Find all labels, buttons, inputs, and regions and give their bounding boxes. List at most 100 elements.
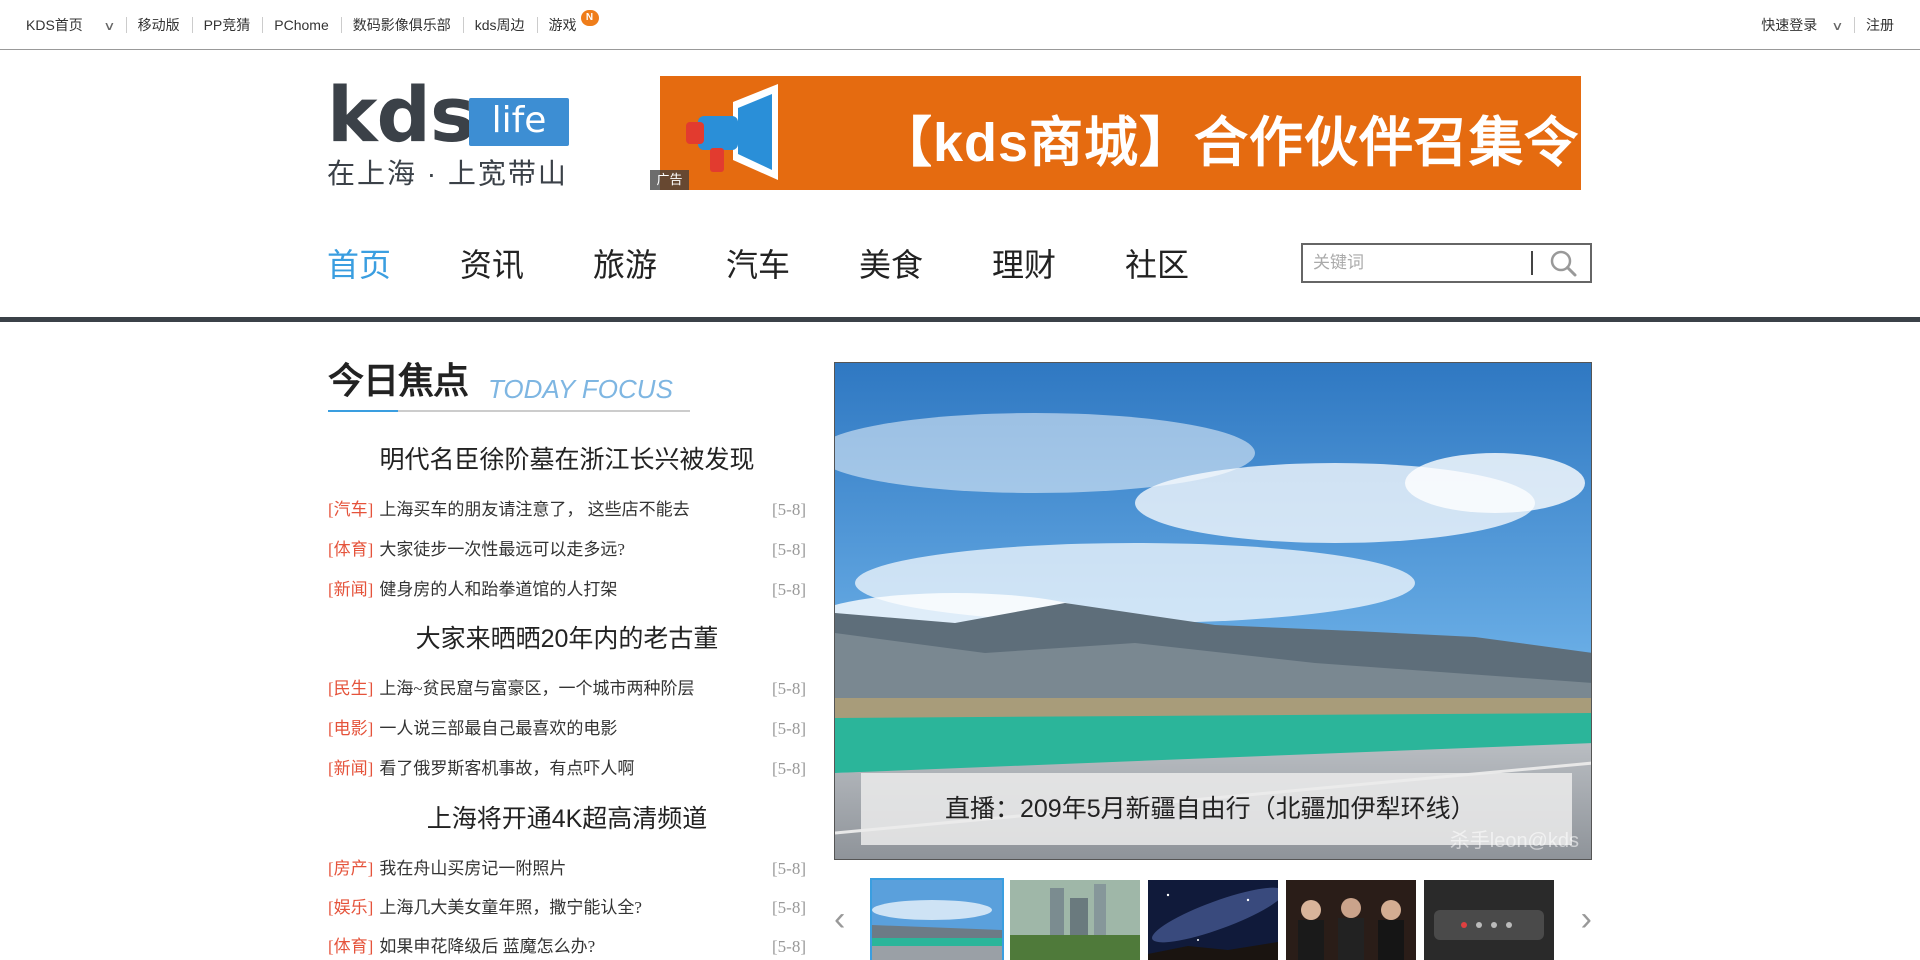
news-title[interactable]: 如果申花降级后 蓝魔怎么办? (379, 937, 595, 956)
nav-finance[interactable]: 理财 (992, 240, 1125, 290)
news-item[interactable]: [娱乐] 上海几大美女童年照，撒宁能认全? [5-8] (328, 895, 806, 921)
topbar-link-label: 数码影像俱乐部 (352, 17, 451, 33)
news-title[interactable]: 上海买车的朋友请注意了， 这些店不能去 (379, 500, 689, 519)
topbar-link-pp-quiz[interactable]: PP竞猜 (191, 10, 263, 40)
topbar-link-kds-merch[interactable]: kds周边 (462, 10, 537, 40)
new-badge: N (580, 10, 599, 26)
news-category[interactable]: [房产] (328, 859, 373, 878)
news-item[interactable]: [体育] 大家徒步一次性最远可以走多远? [5-8] (328, 537, 806, 563)
topbar-link-kds-home[interactable]: KDS首页 ∨ (14, 10, 126, 40)
header-divider (0, 317, 1920, 322)
quick-login-label: 快速登录 (1761, 17, 1818, 33)
news-item[interactable]: [新闻] 看了俄罗斯客机事故，有点吓人啊 [5-8] (328, 756, 806, 782)
featured-slide[interactable]: 直播：209年5月新疆自由行（北疆加伊犁环线） 杀手leon@kds (834, 362, 1592, 860)
news-date: [5-8] (772, 937, 806, 956)
topbar-link-label: 移动版 (137, 17, 180, 33)
nav-auto[interactable]: 汽车 (726, 240, 859, 290)
nav-travel[interactable]: 旅游 (593, 240, 726, 290)
news-category[interactable]: [体育] (328, 937, 373, 956)
thumbnail-device[interactable] (1424, 880, 1554, 960)
search-input[interactable] (1313, 251, 1533, 275)
news-date: [5-8] (772, 759, 806, 778)
ad-tag: 广告 (650, 170, 689, 190)
news-item[interactable]: [体育] 如果申花降级后 蓝魔怎么办? [5-8] (328, 934, 806, 960)
megaphone-icon (686, 84, 778, 180)
thumbnail-image (1010, 880, 1140, 960)
site-logo[interactable]: kds life 在上海 · 上宽带山 (327, 70, 571, 190)
nav-food[interactable]: 美食 (859, 240, 992, 290)
ad-text: 【kds商城】合作伙伴召集令 (878, 113, 1580, 173)
nav-news[interactable]: 资讯 (460, 240, 593, 290)
news-title[interactable]: 健身房的人和跆拳道馆的人打架 (379, 580, 617, 599)
news-category[interactable]: [民生] (328, 679, 373, 698)
topbar-link-mobile[interactable]: 移动版 (125, 10, 192, 40)
nav-home[interactable]: 首页 (327, 240, 460, 290)
news-date: [5-8] (772, 580, 806, 599)
topbar-link-label: PP竞猜 (203, 17, 251, 33)
main-nav: 首页 资讯 旅游 汽车 美食 理财 社区 (327, 240, 1258, 290)
news-date: [5-8] (772, 679, 806, 698)
focus-headline[interactable]: 大家来晒晒20年内的老古董 (328, 619, 806, 655)
news-item[interactable]: [电影] 一人说三部最自己最喜欢的电影 [5-8] (328, 716, 806, 742)
topbar-link-label: 游戏 (548, 17, 577, 33)
thumbnail-image (1148, 880, 1278, 960)
chevron-left-icon[interactable]: ‹ (834, 902, 845, 936)
focus-headline[interactable]: 明代名臣徐阶墓在浙江长兴被发现 (328, 440, 806, 476)
thumbnail-night-sky[interactable] (1148, 880, 1278, 960)
news-category[interactable]: [新闻] (328, 759, 373, 778)
search-box (1301, 243, 1592, 283)
news-date: [5-8] (772, 719, 806, 738)
quick-login-link[interactable]: 快速登录 ∨ (1749, 10, 1854, 40)
top-bar: KDS首页 ∨ 移动版 PP竞猜 PChome 数码影像俱乐部 kds周边 游戏 … (0, 0, 1920, 50)
news-category[interactable]: [新闻] (328, 580, 373, 599)
news-title[interactable]: 一人说三部最自己最喜欢的电影 (379, 719, 617, 738)
news-title[interactable]: 上海~贫民窟与富豪区，一个城市两种阶层 (379, 679, 694, 698)
search-separator (1531, 251, 1533, 275)
news-date: [5-8] (772, 500, 806, 519)
thumbnail-landscape[interactable] (870, 878, 1004, 960)
nav-community[interactable]: 社区 (1125, 240, 1258, 290)
news-item[interactable]: [房产] 我在舟山买房记一附照片 [5-8] (328, 856, 806, 882)
thumbnail-image (1286, 880, 1416, 960)
news-category[interactable]: [体育] (328, 540, 373, 559)
news-date: [5-8] (772, 540, 806, 559)
news-item[interactable]: [民生] 上海~贫民窟与富豪区，一个城市两种阶层 [5-8] (328, 676, 806, 702)
news-item[interactable]: [汽车] 上海买车的朋友请注意了， 这些店不能去 [5-8] (328, 497, 806, 523)
today-focus-underline-accent (328, 410, 398, 412)
news-category[interactable]: [汽车] (328, 500, 373, 519)
news-date: [5-8] (772, 898, 806, 917)
register-label: 注册 (1866, 17, 1894, 33)
news-date: [5-8] (772, 859, 806, 878)
news-category[interactable]: [娱乐] (328, 898, 373, 917)
thumbnail-audience[interactable] (1286, 880, 1416, 960)
news-title[interactable]: 我在舟山买房记一附照片 (379, 859, 566, 878)
news-category[interactable]: [电影] (328, 719, 373, 738)
chevron-down-icon[interactable]: ∨ (1831, 11, 1843, 41)
topbar-link-pchome[interactable]: PChome (262, 10, 340, 40)
topbar-link-label: PChome (274, 17, 329, 33)
news-title[interactable]: 上海几大美女童年照，撒宁能认全? (379, 898, 642, 917)
topbar-link-games[interactable]: 游戏 N (536, 10, 603, 40)
today-focus-title-en: TODAY FOCUS (488, 374, 673, 404)
thumbnail-ruins[interactable] (1010, 880, 1140, 960)
top-bar-left-links: KDS首页 ∨ 移动版 PP竞猜 PChome 数码影像俱乐部 kds周边 游戏 … (14, 10, 603, 40)
news-title[interactable]: 看了俄罗斯客机事故，有点吓人啊 (379, 759, 634, 778)
today-focus-title-cn: 今日焦点 (328, 360, 469, 401)
news-item[interactable]: [新闻] 健身房的人和跆拳道馆的人打架 [5-8] (328, 577, 806, 603)
logo-slogan: 在上海 · 上宽带山 (327, 158, 568, 189)
logo-wordmark: kds (327, 70, 475, 159)
news-title[interactable]: 大家徒步一次性最远可以走多远? (379, 540, 625, 559)
topbar-link-label: kds周边 (474, 17, 525, 33)
today-focus-underline (328, 410, 690, 412)
chevron-down-icon[interactable]: ∨ (103, 11, 115, 41)
topbar-link-photo-club[interactable]: 数码影像俱乐部 (340, 10, 463, 40)
chevron-right-icon[interactable]: › (1581, 902, 1592, 936)
ad-banner[interactable]: 【kds商城】合作伙伴召集令 (660, 76, 1581, 190)
logo-life-badge: life (469, 98, 569, 146)
thumbnail-image (1424, 880, 1554, 960)
search-icon[interactable] (1539, 247, 1587, 279)
slide-watermark: 杀手leon@kds (1449, 830, 1579, 852)
focus-headline[interactable]: 上海将开通4K超高清频道 (328, 799, 806, 835)
register-link[interactable]: 注册 (1854, 10, 1906, 40)
top-bar-right-links: 快速登录 ∨ 注册 (1749, 10, 1906, 40)
